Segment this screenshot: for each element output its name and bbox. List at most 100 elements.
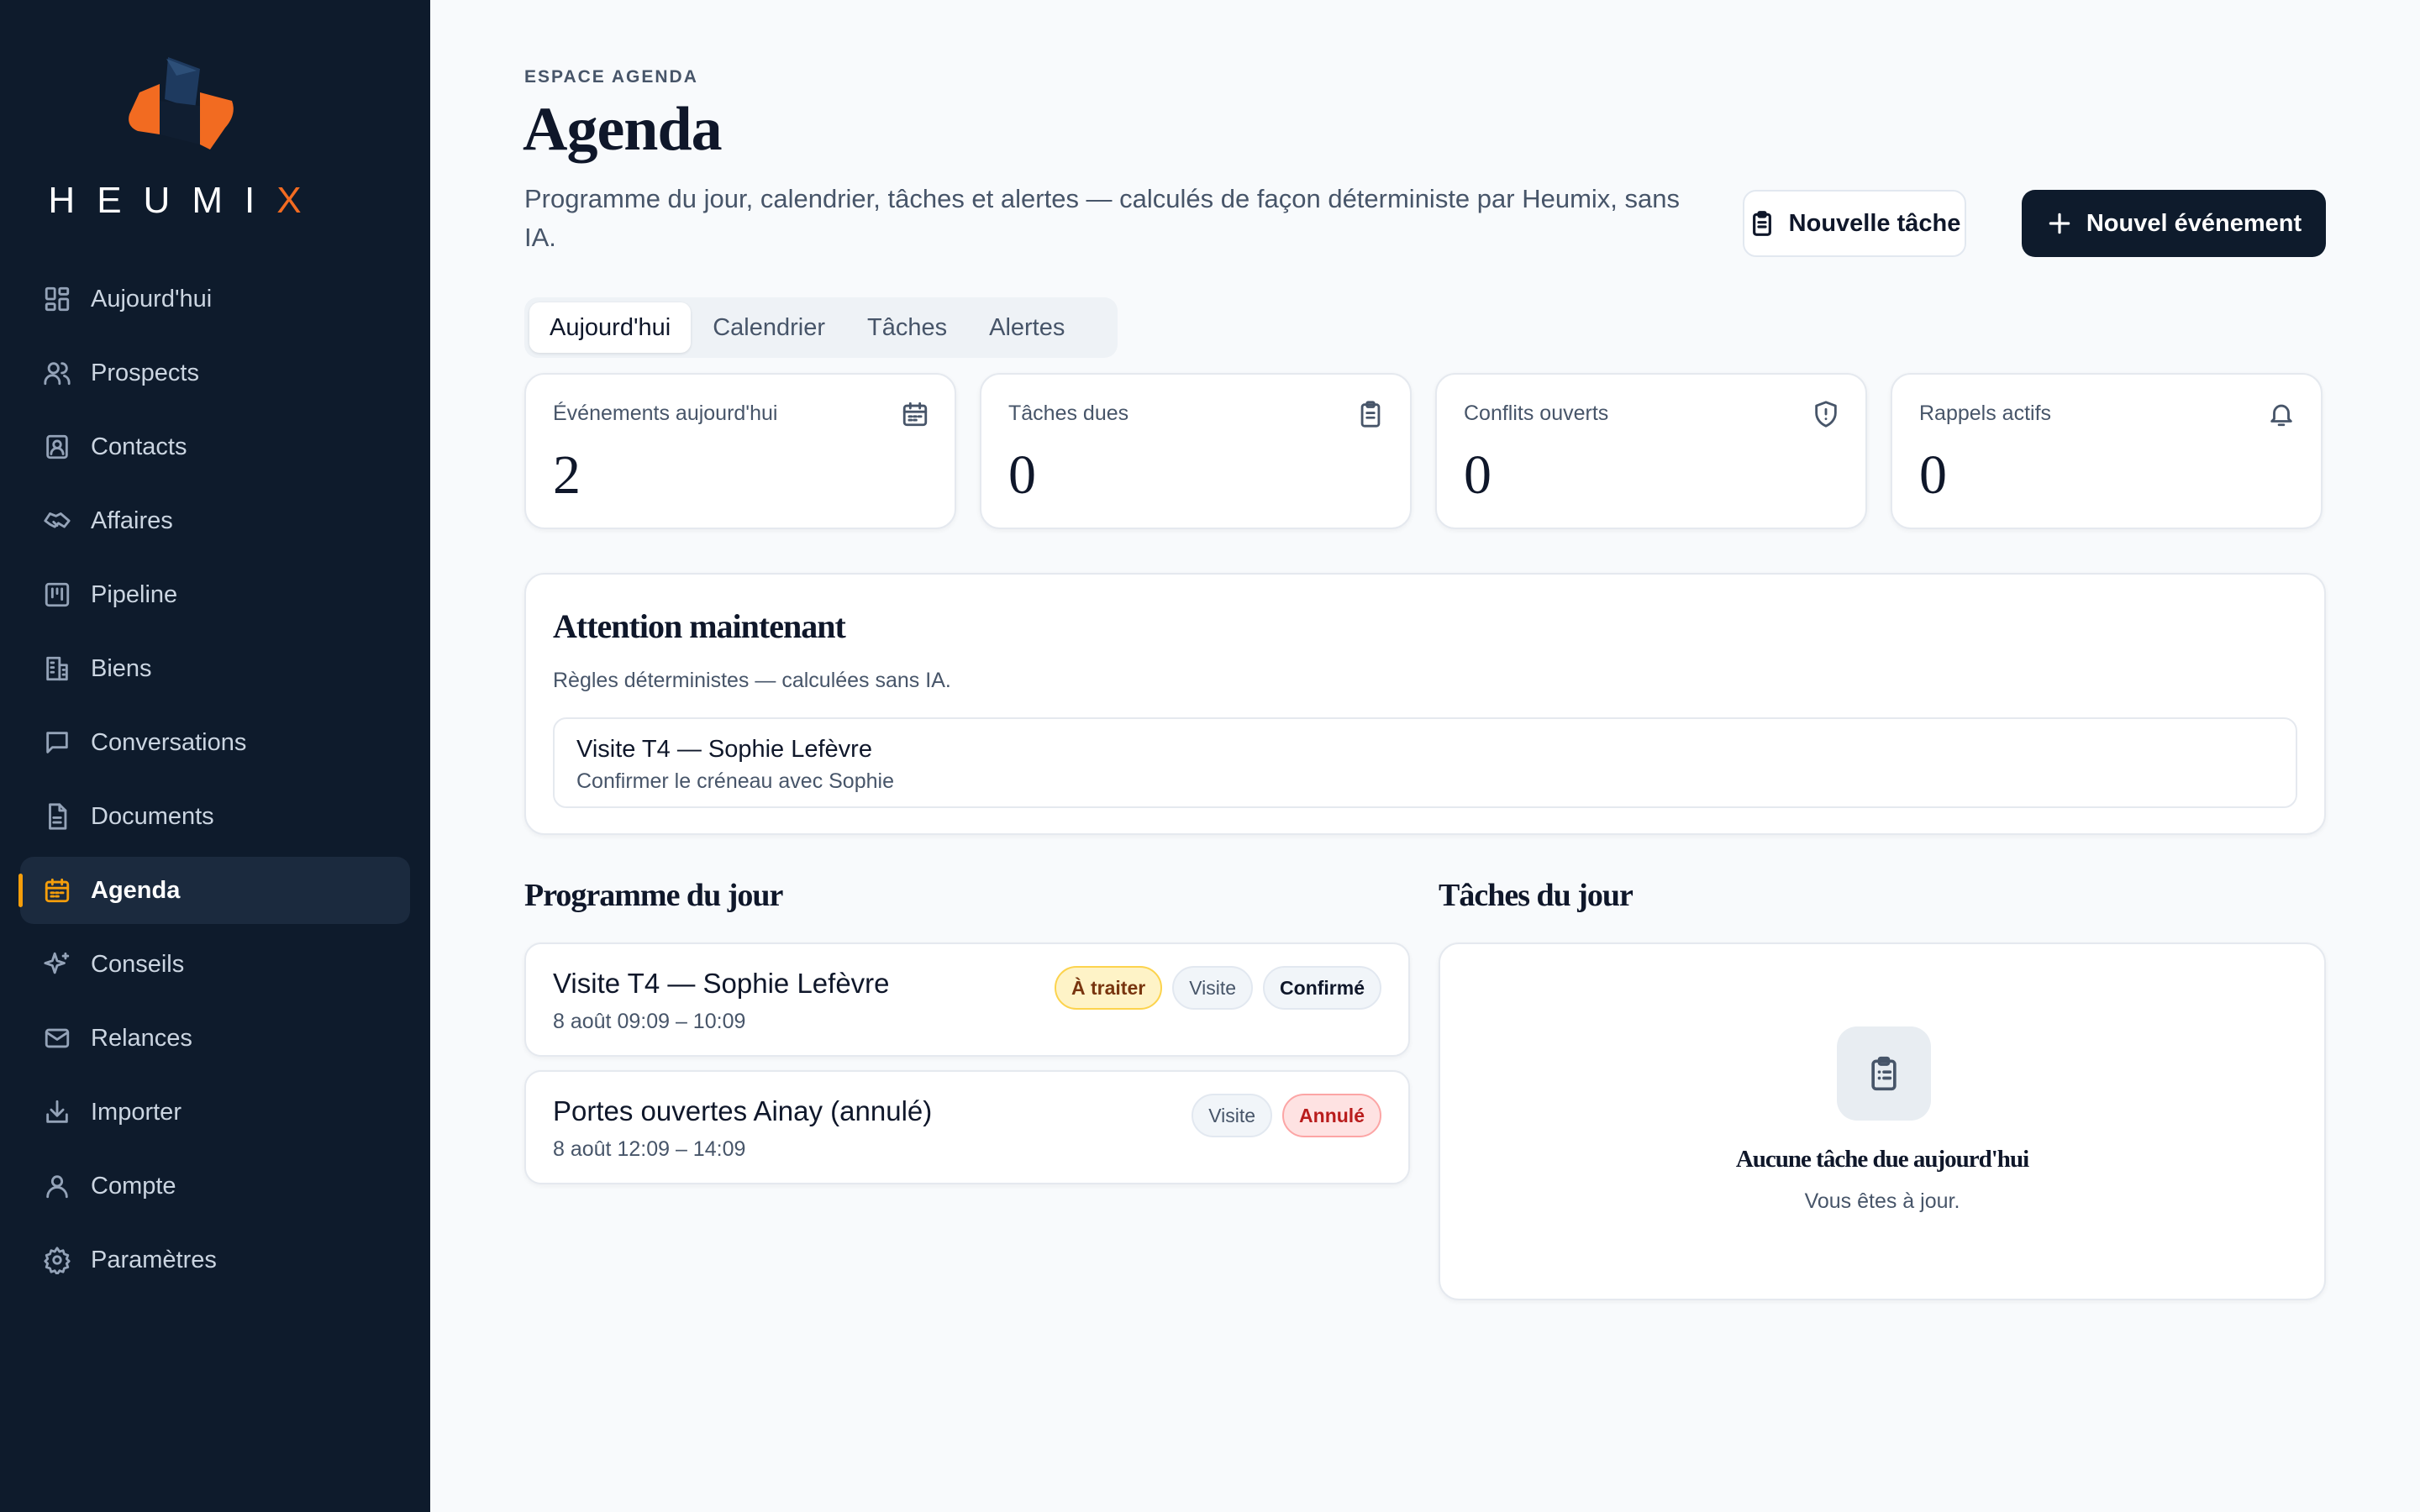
stat-label: Conflits ouverts	[1464, 402, 1609, 425]
sidebar-item-parametres[interactable]: Paramètres	[20, 1226, 410, 1294]
event-time: 8 août 09:09 – 10:09	[553, 1010, 746, 1033]
stat-value: 0	[1919, 444, 1947, 506]
brand-wordmark: HEUMIX	[48, 180, 324, 221]
sidebar-item-conseils[interactable]: Conseils	[20, 931, 410, 998]
dashboard-icon	[40, 282, 74, 316]
calendar-icon	[40, 874, 74, 907]
sidebar-item-compte[interactable]: Compte	[20, 1152, 410, 1220]
stat-value: 0	[1464, 444, 1491, 506]
new-event-button[interactable]: Nouvel événement	[2022, 190, 2326, 257]
sidebar-item-conversations[interactable]: Conversations	[20, 709, 410, 776]
event-item[interactable]: Portes ouvertes Ainay (annulé) 8 août 12…	[524, 1070, 1410, 1184]
sidebar-item-agenda[interactable]: Agenda	[18, 857, 410, 924]
stat-card-open-conflicts: Conflits ouverts 0	[1435, 373, 1867, 529]
event-time: 8 août 12:09 – 14:09	[553, 1137, 746, 1161]
event-badges: À traiter Visite Confirmé	[1044, 966, 1381, 1010]
attention-panel: Attention maintenant Règles déterministe…	[524, 573, 2326, 835]
sidebar-item-label: Conseils	[91, 950, 185, 978]
tab-taches[interactable]: Tâches	[847, 302, 967, 353]
tab-alertes[interactable]: Alertes	[969, 302, 1085, 353]
sidebar-item-label: Documents	[91, 802, 214, 830]
sidebar-item-relances[interactable]: Relances	[20, 1005, 410, 1072]
programme-title: Programme du jour	[524, 878, 783, 913]
new-task-label: Nouvelle tâche	[1788, 209, 1961, 237]
import-icon	[40, 1095, 74, 1129]
user-icon	[40, 1169, 74, 1203]
empty-state-subtitle: Vous êtes à jour.	[1804, 1189, 1960, 1213]
stat-label: Rappels actifs	[1919, 402, 2052, 425]
page-eyebrow: ESPACE AGENDA	[524, 67, 698, 87]
contact-card-icon	[40, 430, 74, 464]
empty-state-title: Aucune tâche due aujourd'hui	[1735, 1146, 2029, 1173]
file-text-icon	[40, 800, 74, 833]
stat-card-active-reminders: Rappels actifs 0	[1891, 373, 2323, 529]
stat-card-events-today: Événements aujourd'hui 2	[524, 373, 956, 529]
clipboard-icon	[1356, 400, 1385, 428]
sidebar-item-aujourdhui[interactable]: Aujourd'hui	[20, 265, 410, 333]
stat-value: 2	[553, 444, 581, 506]
sidebar-item-documents[interactable]: Documents	[20, 783, 410, 850]
stat-label: Événements aujourd'hui	[553, 402, 778, 425]
clipboard-icon	[1752, 211, 1771, 236]
users-icon	[40, 356, 74, 390]
new-event-label: Nouvel événement	[2086, 209, 2302, 237]
sidebar-nav: Aujourd'hui Prospects Contacts Affaires …	[18, 265, 410, 1300]
status-badge: À traiter	[1055, 966, 1163, 1010]
sidebar-item-label: Compte	[91, 1172, 176, 1200]
event-title: Portes ouvertes Ainay (annulé)	[553, 1095, 933, 1126]
stat-card-tasks-due: Tâches dues 0	[980, 373, 1412, 529]
sidebar-item-label: Importer	[91, 1098, 182, 1126]
sidebar-item-pipeline[interactable]: Pipeline	[20, 561, 410, 628]
calendar-icon	[901, 400, 929, 428]
attention-item[interactable]: Visite T4 — Sophie Lefèvre Confirmer le …	[553, 717, 2297, 808]
bell-icon	[2267, 400, 2296, 428]
page-subtitle: Programme du jour, calendrier, tâches et…	[524, 184, 1680, 252]
attention-title: Attention maintenant	[553, 607, 846, 645]
sidebar-item-label: Biens	[91, 654, 152, 682]
attention-subtitle: Règles déterministes — calculées sans IA…	[553, 669, 951, 692]
chat-icon	[40, 726, 74, 759]
mail-icon	[40, 1021, 74, 1055]
event-badges: Visite Annulé	[1181, 1094, 1381, 1137]
sidebar-item-label: Prospects	[91, 359, 199, 386]
sidebar-item-label: Agenda	[91, 876, 181, 904]
tab-aujourdhui[interactable]: Aujourd'hui	[529, 302, 692, 353]
sidebar-item-label: Conversations	[91, 728, 247, 756]
sidebar-item-biens[interactable]: Biens	[20, 635, 410, 702]
building-icon	[40, 652, 74, 685]
status-badge: Confirmé	[1263, 966, 1381, 1010]
sparkles-icon	[40, 948, 74, 981]
sidebar-item-contacts[interactable]: Contacts	[20, 413, 410, 480]
gear-icon	[40, 1243, 74, 1277]
shield-alert-icon	[1812, 400, 1840, 428]
type-badge: Visite	[1192, 1094, 1273, 1137]
sidebar-item-label: Contacts	[91, 433, 187, 460]
new-task-button[interactable]: Nouvelle tâche	[1743, 190, 1966, 257]
event-item[interactable]: Visite T4 — Sophie Lefèvre 8 août 09:09 …	[524, 942, 1410, 1057]
plus-icon	[2049, 213, 2070, 234]
status-badge: Annulé	[1282, 1094, 1381, 1137]
main-content: ESPACE AGENDA Agenda Programme du jour, …	[430, 0, 2420, 1512]
stat-value: 0	[1008, 444, 1036, 506]
sidebar-item-prospects[interactable]: Prospects	[20, 339, 410, 407]
sidebar-item-importer[interactable]: Importer	[20, 1079, 410, 1146]
sidebar-item-affaires[interactable]: Affaires	[20, 487, 410, 554]
sidebar-item-label: Paramètres	[91, 1246, 217, 1273]
sidebar-item-label: Aujourd'hui	[91, 285, 213, 312]
stat-label: Tâches dues	[1008, 402, 1129, 425]
sidebar-item-label: Affaires	[91, 507, 173, 534]
attention-item-title: Visite T4 — Sophie Lefèvre	[576, 736, 872, 763]
sidebar-item-label: Pipeline	[91, 580, 178, 608]
tasks-title: Tâches du jour	[1439, 878, 1634, 913]
brand-logo[interactable]: HEUMIX	[0, 47, 430, 223]
kanban-icon	[40, 578, 74, 612]
page-title: Agenda	[523, 95, 723, 164]
type-badge: Visite	[1172, 966, 1254, 1010]
tasks-empty-state: Aucune tâche due aujourd'hui Vous êtes à…	[1439, 942, 2326, 1300]
clipboard-icon	[1837, 1026, 1931, 1121]
logo-mark-icon	[129, 57, 234, 150]
sidebar-item-label: Relances	[91, 1024, 192, 1052]
sidebar: HEUMIX Aujourd'hui Prospects Contacts Af…	[0, 0, 430, 1512]
tab-calendrier[interactable]: Calendrier	[692, 302, 845, 353]
attention-item-subtitle: Confirmer le créneau avec Sophie	[576, 769, 894, 793]
